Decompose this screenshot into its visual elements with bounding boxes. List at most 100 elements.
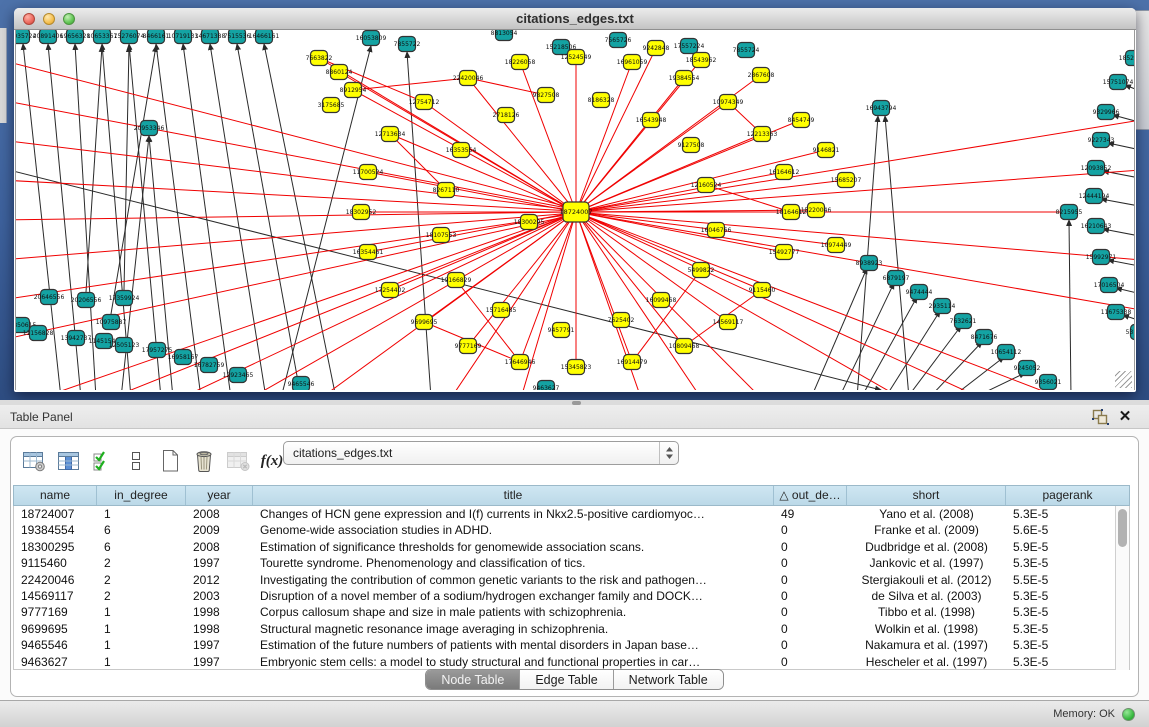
graph-node[interactable]: 18302952: [346, 205, 377, 220]
graph-node[interactable]: 17646946: [505, 355, 536, 370]
table-row[interactable]: 946362711997Embryonic stem cells: a mode…: [14, 654, 1129, 670]
graph-node[interactable]: 15751074: [1103, 75, 1134, 90]
graph-node[interactable]: 12160524: [691, 178, 722, 193]
graph-node[interactable]: 20646556: [34, 290, 65, 305]
graph-node[interactable]: 10809468: [669, 339, 700, 354]
graph-node[interactable]: 9465546: [288, 377, 315, 391]
graph-node[interactable]: 11700524: [353, 165, 384, 180]
graph-node[interactable]: 16466161: [249, 30, 280, 44]
graph-node[interactable]: 20953346: [134, 121, 165, 136]
graph-node[interactable]: 18521850: [1119, 51, 1135, 66]
tab-network-table[interactable]: Network Table: [614, 670, 723, 690]
scrollbar-thumb[interactable]: [1118, 509, 1127, 547]
graph-node[interactable]: 6879197: [883, 271, 910, 286]
graph-node[interactable]: 15992971: [1086, 250, 1117, 265]
graph-node[interactable]: 2935114: [929, 299, 956, 314]
graph-node[interactable]: 19384554: [669, 71, 700, 86]
graph-node[interactable]: 9457791: [548, 323, 575, 338]
graph-node[interactable]: 16164612: [769, 165, 800, 180]
tab-edge-table[interactable]: Edge Table: [520, 670, 613, 690]
graph-node[interactable]: 11675338: [1101, 305, 1132, 320]
graph-node[interactable]: 8938923: [856, 256, 883, 271]
graph-node[interactable]: 15345823: [561, 360, 592, 375]
table-row[interactable]: 1872400712008Changes of HCN gene express…: [14, 506, 1129, 522]
unselect-all-button[interactable]: [119, 446, 153, 476]
graph-node[interactable]: 20206556: [71, 293, 102, 308]
graph-node[interactable]: 9777169: [455, 339, 482, 354]
graph-node[interactable]: 8471676: [971, 330, 998, 345]
graph-node[interactable]: 7565726: [605, 33, 632, 48]
graph-node[interactable]: 18226058: [505, 55, 536, 70]
graph-node[interactable]: 9146821: [813, 143, 840, 158]
graph-node[interactable]: 7855722: [394, 37, 421, 52]
table-row[interactable]: 1456911722003Disruption of a novel membe…: [14, 588, 1129, 604]
table-row[interactable]: 946554611997Estimation of the future num…: [14, 637, 1129, 653]
graph-node[interactable]: 15492777: [769, 245, 800, 260]
table-row[interactable]: 2242004622012Investigating the contribut…: [14, 572, 1129, 588]
graph-node[interactable]: 10975887: [96, 315, 127, 330]
graph-node[interactable]: 2718126: [493, 108, 520, 123]
graph-node[interactable]: 3175685: [318, 98, 345, 113]
graph-node[interactable]: 7632621: [950, 314, 977, 329]
graph-node[interactable]: 12093852: [1081, 161, 1112, 176]
graph-node[interactable]: 15716485: [486, 303, 517, 318]
graph-node[interactable]: 7855724: [733, 43, 760, 58]
graph-node-hub[interactable]: 18724007: [559, 202, 592, 222]
graph-node[interactable]: 12754712: [409, 95, 440, 110]
graph-node[interactable]: 15276074: [114, 30, 145, 44]
graph-node[interactable]: 9245052: [1014, 361, 1041, 376]
graph-node[interactable]: 15685207: [831, 173, 862, 188]
graph-node[interactable]: 9474444: [906, 285, 933, 300]
graph-node[interactable]: 9242848: [643, 41, 670, 56]
graph-node[interactable]: 8466161: [143, 30, 170, 44]
graph-node[interactable]: 17359924: [109, 291, 140, 306]
table-select-dropdown[interactable]: citations_edges.txt: [283, 441, 679, 465]
graph-node[interactable]: 9227343: [1088, 133, 1115, 148]
create-new-button[interactable]: [153, 446, 187, 476]
graph-node[interactable]: 8454749: [788, 113, 815, 128]
select-all-button[interactable]: [85, 446, 119, 476]
graph-node[interactable]: 16543948: [636, 113, 667, 128]
table-row[interactable]: 969969511998Structural magnetic resonanc…: [14, 621, 1129, 637]
graph-node[interactable]: 8813054: [491, 30, 518, 41]
graph-node[interactable]: 16961059: [617, 55, 648, 70]
network-window-titlebar[interactable]: citations_edges.txt: [14, 8, 1136, 30]
graph-node[interactable]: 13942737: [61, 331, 92, 346]
float-panel-icon[interactable]: [1092, 409, 1109, 425]
graph-node[interactable]: 9463627: [533, 381, 560, 391]
column-header-out_degree[interactable]: △ out_de…: [774, 486, 847, 505]
resize-handle-icon[interactable]: [1115, 371, 1132, 388]
memory-status-indicator-icon[interactable]: [1122, 708, 1135, 721]
table-row[interactable]: 911546021997Tourette syndrome. Phenomeno…: [14, 555, 1129, 571]
graph-node[interactable]: 2867608: [748, 68, 775, 83]
table-row[interactable]: 1938455462009Genome-wide association stu…: [14, 522, 1129, 538]
graph-node[interactable]: 16943794: [866, 101, 897, 116]
graph-node[interactable]: 9699695: [411, 315, 438, 330]
table-row[interactable]: 1830029562008Estimation of significance …: [14, 539, 1129, 555]
graph-node[interactable]: 9356021: [1035, 375, 1062, 390]
column-header-name[interactable]: name: [14, 486, 97, 505]
graph-node[interactable]: 10654112: [991, 345, 1022, 360]
graph-node[interactable]: 7515536: [224, 30, 251, 44]
graph-node[interactable]: 9329966: [1093, 105, 1120, 120]
graph-node[interactable]: 16210643: [1081, 219, 1112, 234]
graph-node[interactable]: 16053809: [356, 31, 387, 46]
graph-node[interactable]: 9127508: [678, 138, 705, 153]
graph-node[interactable]: 9827508: [533, 88, 560, 103]
show-columns-button[interactable]: [51, 446, 85, 476]
graph-node[interactable]: 12444194: [1079, 189, 1110, 204]
graph-node[interactable]: 14569117: [713, 315, 744, 330]
column-header-pagerank[interactable]: pagerank: [1006, 486, 1129, 505]
graph-node[interactable]: 8215955: [1056, 205, 1083, 220]
graph-node[interactable]: 17016504: [1094, 278, 1125, 293]
table-mode-button[interactable]: [17, 446, 51, 476]
graph-node[interactable]: 9115460: [749, 283, 776, 298]
column-header-in_degree[interactable]: in_degree: [97, 486, 186, 505]
graph-node[interactable]: 12713634: [375, 127, 406, 142]
delete-entries-button[interactable]: [187, 446, 221, 476]
graph-node[interactable]: 16099468: [646, 293, 677, 308]
graph-node[interactable]: 8186328: [588, 93, 615, 108]
graph-node[interactable]: 12213363: [747, 127, 778, 142]
column-header-year[interactable]: year: [186, 486, 253, 505]
graph-node[interactable]: 16782759: [194, 358, 225, 373]
